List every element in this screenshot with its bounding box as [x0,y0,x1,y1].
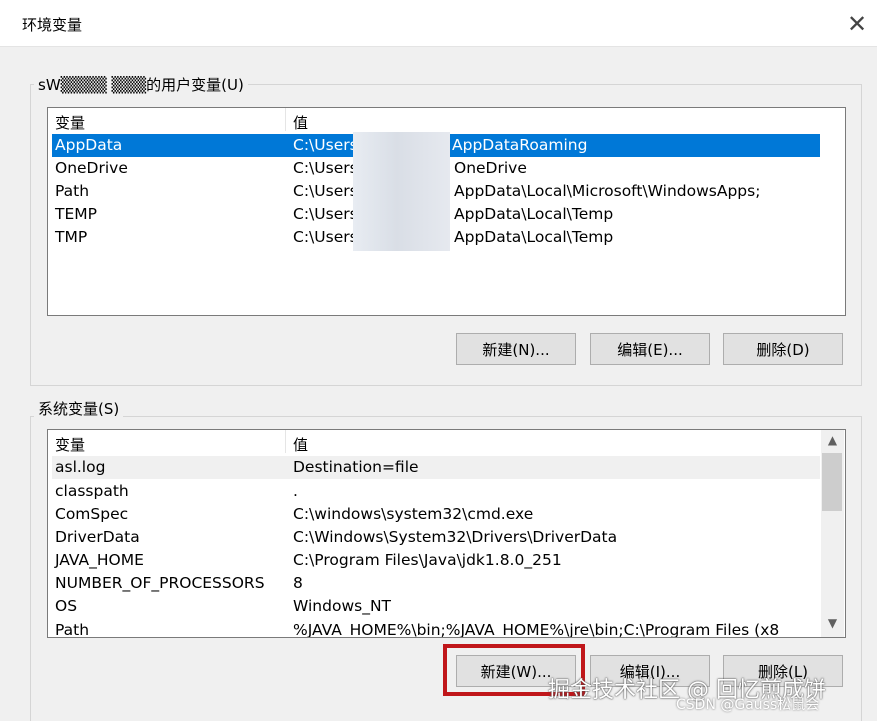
variable-name: AppData [55,136,123,154]
column-header-value[interactable]: 值 [293,434,308,455]
variable-value-suffix: AppData\Local\Temp [454,228,614,246]
scroll-up-icon[interactable]: ▲ [824,433,841,447]
variable-value: C:\Users [293,159,358,177]
scrollbar-thumb[interactable] [822,453,842,511]
list-item-driverdata[interactable]: DriverData C:\Windows\System32\Drivers\D… [52,526,820,549]
variable-value-suffix: OneDrive [454,159,527,177]
variable-name: DriverData [55,528,140,546]
variable-value: C:\Program Files\Java\jdk1.8.0_251 [293,551,562,569]
column-header-variable[interactable]: 变量 [55,112,85,133]
variable-value: Destination=file [293,458,419,476]
variable-name: JAVA_HOME [55,551,144,569]
user-variables-list[interactable]: 变量 值 AppData C:\Users AppDataRoaming One… [47,107,846,316]
watermark-csdn: CSDN @Gauss松鼠会 [676,697,820,713]
variable-value: Windows_NT [293,597,392,615]
column-header-value[interactable]: 值 [293,112,308,133]
variable-name: Path [55,182,90,200]
vertical-scrollbar[interactable]: ▲ ▼ [821,430,844,637]
list-item-comspec[interactable]: ComSpec C:\windows\system32\cmd.exe [52,503,820,526]
list-item-path[interactable]: Path %JAVA_HOME%\bin;%JAVA_HOME%\jre\bin… [52,619,820,638]
user-variables-label: sW▒▒▒▒ ▒▒▒的用户变量(U) [34,74,248,95]
variable-value: C:\Users [293,205,358,223]
list-item-os[interactable]: OS Windows_NT [52,595,820,618]
user-edit-button[interactable]: 编辑(E)... [590,333,710,365]
redaction-blur [353,132,450,251]
variable-value: C:\Users [293,228,358,246]
variable-name: classpath [55,482,129,500]
variable-name: OS [55,597,78,615]
variable-name: TMP [55,228,88,246]
variable-value: C:\Users [293,136,358,154]
scroll-down-icon[interactable]: ▼ [824,616,841,630]
variable-name: Path [55,621,90,638]
variable-name: OneDrive [55,159,128,177]
variable-value: 8 [293,574,303,592]
variable-name: asl.log [55,458,106,476]
variable-value: C:\Windows\System32\Drivers\DriverData [293,528,618,546]
variable-name: ComSpec [55,505,129,523]
list-item-number-of-processors[interactable]: NUMBER_OF_PROCESSORS 8 [52,572,820,595]
variable-value: %JAVA_HOME%\bin;%JAVA_HOME%\jre\bin;C:\P… [293,621,780,638]
variable-value: . [293,482,298,500]
system-variables-list[interactable]: 变量 值 asl.log Destination=file classpath … [47,429,846,638]
list-header: 变量 值 [48,430,845,455]
list-item-asl-log[interactable]: asl.log Destination=file [52,456,820,479]
column-divider [285,430,286,453]
variable-value-suffix: AppData\Local\Microsoft\WindowsApps; [454,182,761,200]
column-header-variable[interactable]: 变量 [55,434,85,455]
list-item-classpath[interactable]: classpath . [52,480,820,503]
user-new-button[interactable]: 新建(N)... [456,333,576,365]
variable-value: C:\windows\system32\cmd.exe [293,505,534,523]
variable-value-suffix: AppDataRoaming [452,136,588,154]
user-delete-button[interactable]: 删除(D) [723,333,843,365]
variable-name: TEMP [55,205,97,223]
variable-value: C:\Users [293,182,358,200]
window-title: 环境变量 [22,16,83,34]
column-divider [285,108,286,131]
variable-value-suffix: AppData\Local\Temp [454,205,614,223]
variable-name: NUMBER_OF_PROCESSORS [55,574,265,592]
list-header: 变量 值 [48,108,845,133]
close-icon[interactable]: ✕ [842,9,872,39]
title-bar: 环境变量 ✕ [0,0,877,47]
system-variables-label: 系统变量(S) [34,398,124,419]
list-item-java-home[interactable]: JAVA_HOME C:\Program Files\Java\jdk1.8.0… [52,549,820,572]
